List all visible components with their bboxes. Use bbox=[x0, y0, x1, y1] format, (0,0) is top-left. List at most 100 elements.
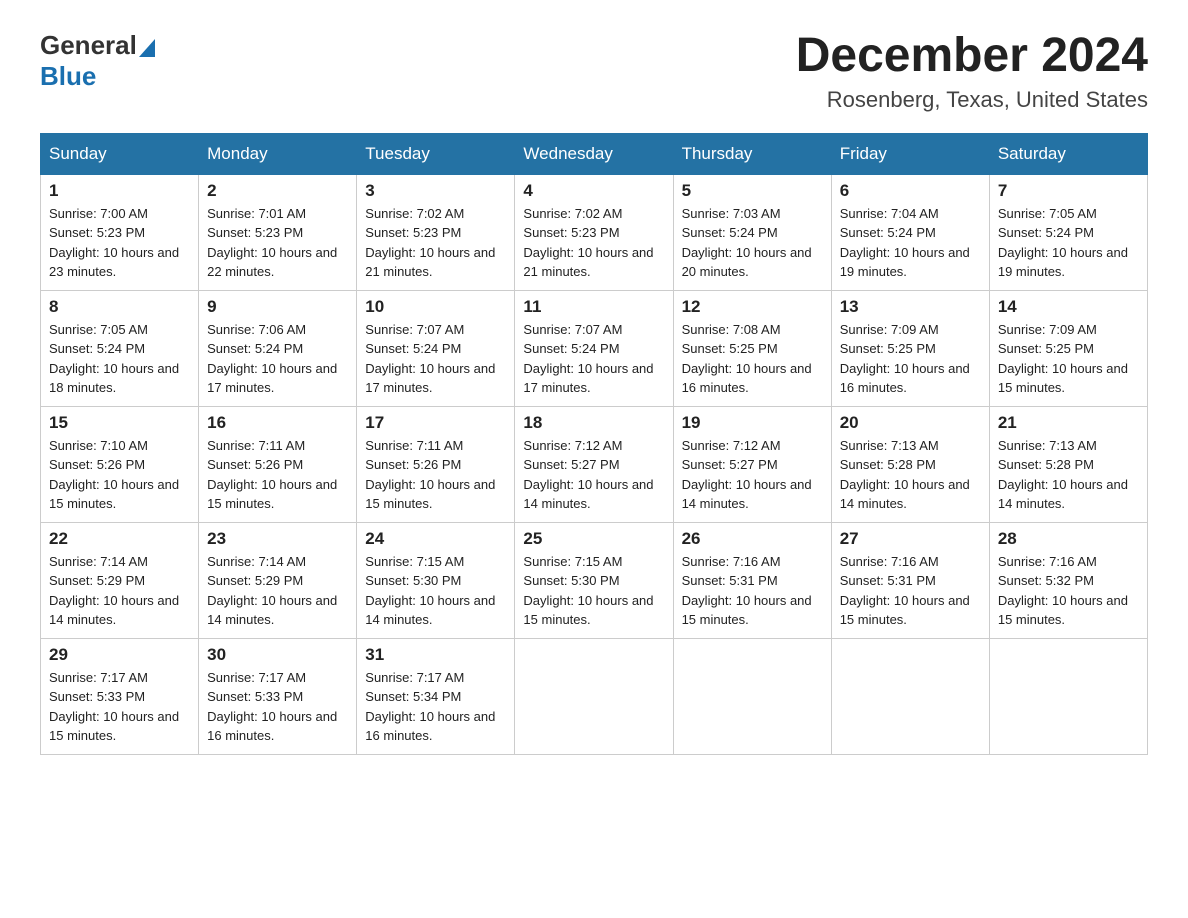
day-number: 26 bbox=[682, 529, 823, 549]
logo-triangle-icon bbox=[137, 35, 155, 57]
calendar-cell: 15 Sunrise: 7:10 AMSunset: 5:26 PMDaylig… bbox=[41, 406, 199, 522]
week-row-1: 1 Sunrise: 7:00 AMSunset: 5:23 PMDayligh… bbox=[41, 174, 1148, 290]
calendar-cell: 9 Sunrise: 7:06 AMSunset: 5:24 PMDayligh… bbox=[199, 290, 357, 406]
day-info: Sunrise: 7:12 AMSunset: 5:27 PMDaylight:… bbox=[682, 436, 823, 514]
day-info: Sunrise: 7:08 AMSunset: 5:25 PMDaylight:… bbox=[682, 320, 823, 398]
day-info: Sunrise: 7:12 AMSunset: 5:27 PMDaylight:… bbox=[523, 436, 664, 514]
calendar-cell bbox=[989, 638, 1147, 754]
day-number: 10 bbox=[365, 297, 506, 317]
calendar-cell: 28 Sunrise: 7:16 AMSunset: 5:32 PMDaylig… bbox=[989, 522, 1147, 638]
day-info: Sunrise: 7:16 AMSunset: 5:32 PMDaylight:… bbox=[998, 552, 1139, 630]
calendar-table: SundayMondayTuesdayWednesdayThursdayFrid… bbox=[40, 133, 1148, 755]
day-number: 31 bbox=[365, 645, 506, 665]
calendar-cell: 13 Sunrise: 7:09 AMSunset: 5:25 PMDaylig… bbox=[831, 290, 989, 406]
days-header-row: SundayMondayTuesdayWednesdayThursdayFrid… bbox=[41, 133, 1148, 174]
day-number: 15 bbox=[49, 413, 190, 433]
day-info: Sunrise: 7:09 AMSunset: 5:25 PMDaylight:… bbox=[998, 320, 1139, 398]
day-number: 6 bbox=[840, 181, 981, 201]
day-header-tuesday: Tuesday bbox=[357, 133, 515, 174]
day-number: 21 bbox=[998, 413, 1139, 433]
day-info: Sunrise: 7:02 AMSunset: 5:23 PMDaylight:… bbox=[365, 204, 506, 282]
day-info: Sunrise: 7:05 AMSunset: 5:24 PMDaylight:… bbox=[49, 320, 190, 398]
logo: General Blue bbox=[40, 30, 159, 92]
header: General Blue December 2024 Rosenberg, Te… bbox=[40, 30, 1148, 113]
day-info: Sunrise: 7:07 AMSunset: 5:24 PMDaylight:… bbox=[523, 320, 664, 398]
calendar-cell: 31 Sunrise: 7:17 AMSunset: 5:34 PMDaylig… bbox=[357, 638, 515, 754]
day-number: 14 bbox=[998, 297, 1139, 317]
day-header-sunday: Sunday bbox=[41, 133, 199, 174]
calendar-cell: 3 Sunrise: 7:02 AMSunset: 5:23 PMDayligh… bbox=[357, 174, 515, 290]
day-number: 7 bbox=[998, 181, 1139, 201]
calendar-cell bbox=[515, 638, 673, 754]
calendar-cell: 25 Sunrise: 7:15 AMSunset: 5:30 PMDaylig… bbox=[515, 522, 673, 638]
day-info: Sunrise: 7:14 AMSunset: 5:29 PMDaylight:… bbox=[207, 552, 348, 630]
day-info: Sunrise: 7:15 AMSunset: 5:30 PMDaylight:… bbox=[365, 552, 506, 630]
day-info: Sunrise: 7:11 AMSunset: 5:26 PMDaylight:… bbox=[207, 436, 348, 514]
day-number: 18 bbox=[523, 413, 664, 433]
calendar-cell: 23 Sunrise: 7:14 AMSunset: 5:29 PMDaylig… bbox=[199, 522, 357, 638]
day-number: 17 bbox=[365, 413, 506, 433]
calendar-cell: 1 Sunrise: 7:00 AMSunset: 5:23 PMDayligh… bbox=[41, 174, 199, 290]
day-info: Sunrise: 7:16 AMSunset: 5:31 PMDaylight:… bbox=[682, 552, 823, 630]
calendar-cell: 8 Sunrise: 7:05 AMSunset: 5:24 PMDayligh… bbox=[41, 290, 199, 406]
day-info: Sunrise: 7:03 AMSunset: 5:24 PMDaylight:… bbox=[682, 204, 823, 282]
day-number: 11 bbox=[523, 297, 664, 317]
month-title: December 2024 bbox=[796, 30, 1148, 83]
day-info: Sunrise: 7:16 AMSunset: 5:31 PMDaylight:… bbox=[840, 552, 981, 630]
calendar-cell: 30 Sunrise: 7:17 AMSunset: 5:33 PMDaylig… bbox=[199, 638, 357, 754]
day-info: Sunrise: 7:02 AMSunset: 5:23 PMDaylight:… bbox=[523, 204, 664, 282]
calendar-cell: 22 Sunrise: 7:14 AMSunset: 5:29 PMDaylig… bbox=[41, 522, 199, 638]
day-number: 4 bbox=[523, 181, 664, 201]
day-number: 28 bbox=[998, 529, 1139, 549]
calendar-cell: 24 Sunrise: 7:15 AMSunset: 5:30 PMDaylig… bbox=[357, 522, 515, 638]
calendar-cell: 17 Sunrise: 7:11 AMSunset: 5:26 PMDaylig… bbox=[357, 406, 515, 522]
day-info: Sunrise: 7:09 AMSunset: 5:25 PMDaylight:… bbox=[840, 320, 981, 398]
calendar-cell: 26 Sunrise: 7:16 AMSunset: 5:31 PMDaylig… bbox=[673, 522, 831, 638]
calendar-cell: 16 Sunrise: 7:11 AMSunset: 5:26 PMDaylig… bbox=[199, 406, 357, 522]
location-title: Rosenberg, Texas, United States bbox=[796, 87, 1148, 113]
day-number: 3 bbox=[365, 181, 506, 201]
day-number: 25 bbox=[523, 529, 664, 549]
day-number: 8 bbox=[49, 297, 190, 317]
calendar-cell: 14 Sunrise: 7:09 AMSunset: 5:25 PMDaylig… bbox=[989, 290, 1147, 406]
day-number: 23 bbox=[207, 529, 348, 549]
day-number: 5 bbox=[682, 181, 823, 201]
day-number: 27 bbox=[840, 529, 981, 549]
calendar-cell: 12 Sunrise: 7:08 AMSunset: 5:25 PMDaylig… bbox=[673, 290, 831, 406]
calendar-cell: 29 Sunrise: 7:17 AMSunset: 5:33 PMDaylig… bbox=[41, 638, 199, 754]
day-header-wednesday: Wednesday bbox=[515, 133, 673, 174]
day-number: 24 bbox=[365, 529, 506, 549]
day-header-friday: Friday bbox=[831, 133, 989, 174]
day-info: Sunrise: 7:13 AMSunset: 5:28 PMDaylight:… bbox=[840, 436, 981, 514]
day-info: Sunrise: 7:17 AMSunset: 5:34 PMDaylight:… bbox=[365, 668, 506, 746]
day-info: Sunrise: 7:04 AMSunset: 5:24 PMDaylight:… bbox=[840, 204, 981, 282]
calendar-cell: 27 Sunrise: 7:16 AMSunset: 5:31 PMDaylig… bbox=[831, 522, 989, 638]
calendar-cell: 5 Sunrise: 7:03 AMSunset: 5:24 PMDayligh… bbox=[673, 174, 831, 290]
calendar-cell: 7 Sunrise: 7:05 AMSunset: 5:24 PMDayligh… bbox=[989, 174, 1147, 290]
calendar-cell: 2 Sunrise: 7:01 AMSunset: 5:23 PMDayligh… bbox=[199, 174, 357, 290]
day-info: Sunrise: 7:15 AMSunset: 5:30 PMDaylight:… bbox=[523, 552, 664, 630]
day-number: 12 bbox=[682, 297, 823, 317]
day-info: Sunrise: 7:10 AMSunset: 5:26 PMDaylight:… bbox=[49, 436, 190, 514]
title-area: December 2024 Rosenberg, Texas, United S… bbox=[796, 30, 1148, 113]
day-info: Sunrise: 7:17 AMSunset: 5:33 PMDaylight:… bbox=[49, 668, 190, 746]
logo-blue-text: Blue bbox=[40, 61, 96, 92]
day-number: 30 bbox=[207, 645, 348, 665]
day-number: 2 bbox=[207, 181, 348, 201]
calendar-cell: 6 Sunrise: 7:04 AMSunset: 5:24 PMDayligh… bbox=[831, 174, 989, 290]
week-row-3: 15 Sunrise: 7:10 AMSunset: 5:26 PMDaylig… bbox=[41, 406, 1148, 522]
day-info: Sunrise: 7:14 AMSunset: 5:29 PMDaylight:… bbox=[49, 552, 190, 630]
day-info: Sunrise: 7:13 AMSunset: 5:28 PMDaylight:… bbox=[998, 436, 1139, 514]
calendar-cell: 11 Sunrise: 7:07 AMSunset: 5:24 PMDaylig… bbox=[515, 290, 673, 406]
day-number: 20 bbox=[840, 413, 981, 433]
day-info: Sunrise: 7:01 AMSunset: 5:23 PMDaylight:… bbox=[207, 204, 348, 282]
day-header-saturday: Saturday bbox=[989, 133, 1147, 174]
calendar-cell: 4 Sunrise: 7:02 AMSunset: 5:23 PMDayligh… bbox=[515, 174, 673, 290]
day-info: Sunrise: 7:06 AMSunset: 5:24 PMDaylight:… bbox=[207, 320, 348, 398]
day-info: Sunrise: 7:17 AMSunset: 5:33 PMDaylight:… bbox=[207, 668, 348, 746]
day-number: 13 bbox=[840, 297, 981, 317]
calendar-cell bbox=[673, 638, 831, 754]
day-info: Sunrise: 7:11 AMSunset: 5:26 PMDaylight:… bbox=[365, 436, 506, 514]
day-number: 19 bbox=[682, 413, 823, 433]
day-info: Sunrise: 7:05 AMSunset: 5:24 PMDaylight:… bbox=[998, 204, 1139, 282]
